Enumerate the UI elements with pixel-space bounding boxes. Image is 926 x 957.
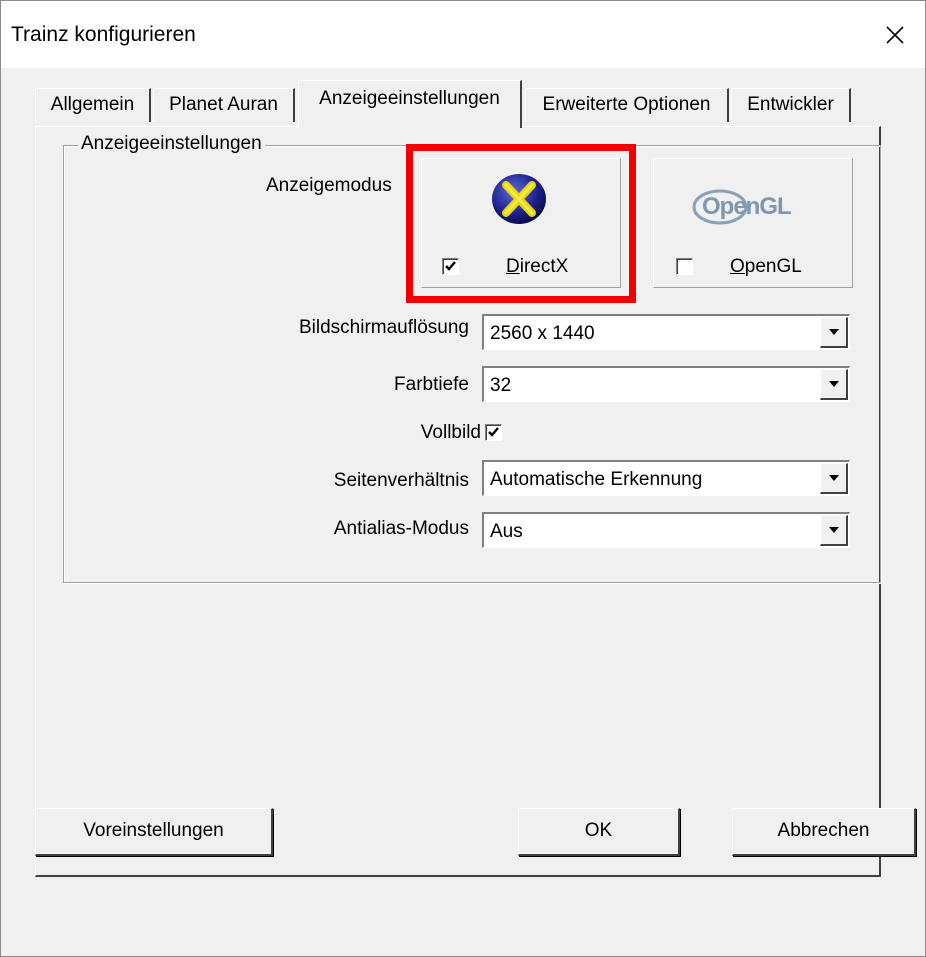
checkmark-icon (445, 261, 456, 271)
tab-entwickler[interactable]: Entwickler (731, 88, 851, 122)
aspect-ratio-value: Automatische Erkennung (490, 469, 703, 490)
tab-label: Planet Auran (169, 94, 278, 115)
tab-label: Entwickler (747, 94, 834, 115)
color-depth-select[interactable]: 32 (482, 366, 850, 402)
chevron-down-icon (828, 527, 839, 533)
opengl-label: OpenGL (730, 256, 802, 277)
resolution-dropdown-button[interactable] (820, 317, 848, 348)
close-icon (886, 25, 904, 44)
tab-anzeigeeinstellungen[interactable]: Anzeigeeinstellungen (298, 80, 522, 128)
antialias-label: Antialias-Modus (333, 518, 469, 539)
chevron-down-icon (828, 329, 839, 335)
tab-label: Erweiterte Optionen (542, 94, 711, 115)
antialias-dropdown-button[interactable] (820, 515, 848, 546)
group-title: Anzeigeeinstellungen (78, 133, 265, 155)
opengl-checkbox[interactable] (676, 258, 693, 275)
antialias-value: Aus (490, 521, 523, 542)
color-depth-dropdown-button[interactable] (820, 369, 848, 400)
opengl-mode-option[interactable]: OpenGL OpenGL (653, 158, 853, 288)
checkmark-icon (488, 427, 499, 437)
title-bar: Trainz konfigurieren (1, 1, 925, 68)
resolution-label: Bildschirmauflösung (298, 317, 469, 338)
chevron-down-icon (828, 381, 839, 387)
directx-checkbox[interactable] (442, 258, 459, 275)
fullscreen-label: Vollbild (420, 422, 481, 443)
tab-label: Anzeigeeinstellungen (319, 88, 500, 109)
tab-allgemein[interactable]: Allgemein (35, 88, 151, 122)
tab-erweiterte-optionen[interactable]: Erweiterte Optionen (525, 88, 729, 122)
aspect-ratio-label: Seitenverhältnis (333, 470, 469, 491)
resolution-select[interactable]: 2560 x 1440 (482, 314, 850, 350)
tab-planet-auran[interactable]: Planet Auran (153, 88, 295, 122)
close-button[interactable] (865, 1, 925, 68)
color-depth-label: Farbtiefe (394, 374, 469, 395)
tab-label: Allgemein (50, 94, 135, 115)
color-depth-value: 32 (490, 375, 512, 396)
directx-mode-option[interactable]: DirectX (421, 158, 621, 288)
antialias-select[interactable]: Aus (482, 512, 850, 548)
window-title: Trainz konfigurieren (11, 23, 196, 46)
directx-logo-icon (492, 174, 546, 224)
tab-strip: Allgemein Planet Auran Anzeigeeinstellun… (1, 68, 925, 128)
aspect-ratio-dropdown-button[interactable] (820, 463, 848, 494)
dialog-window: Trainz konfigurieren Allgemein Planet Au… (0, 0, 926, 957)
resolution-value: 2560 x 1440 (490, 323, 595, 344)
fullscreen-checkbox[interactable] (485, 424, 502, 441)
aspect-ratio-select[interactable]: Automatische Erkennung (482, 460, 850, 496)
directx-label: DirectX (506, 256, 569, 277)
opengl-logo-icon: OpenGL (692, 187, 822, 227)
defaults-button[interactable]: Voreinstellungen (35, 808, 273, 856)
opengl-logo-text: OpenGL (702, 193, 792, 220)
display-mode-label: Anzeigemodus (266, 175, 392, 196)
ok-button[interactable]: OK (518, 808, 680, 856)
cancel-button[interactable]: Abbrechen (732, 808, 916, 856)
chevron-down-icon (828, 475, 839, 481)
